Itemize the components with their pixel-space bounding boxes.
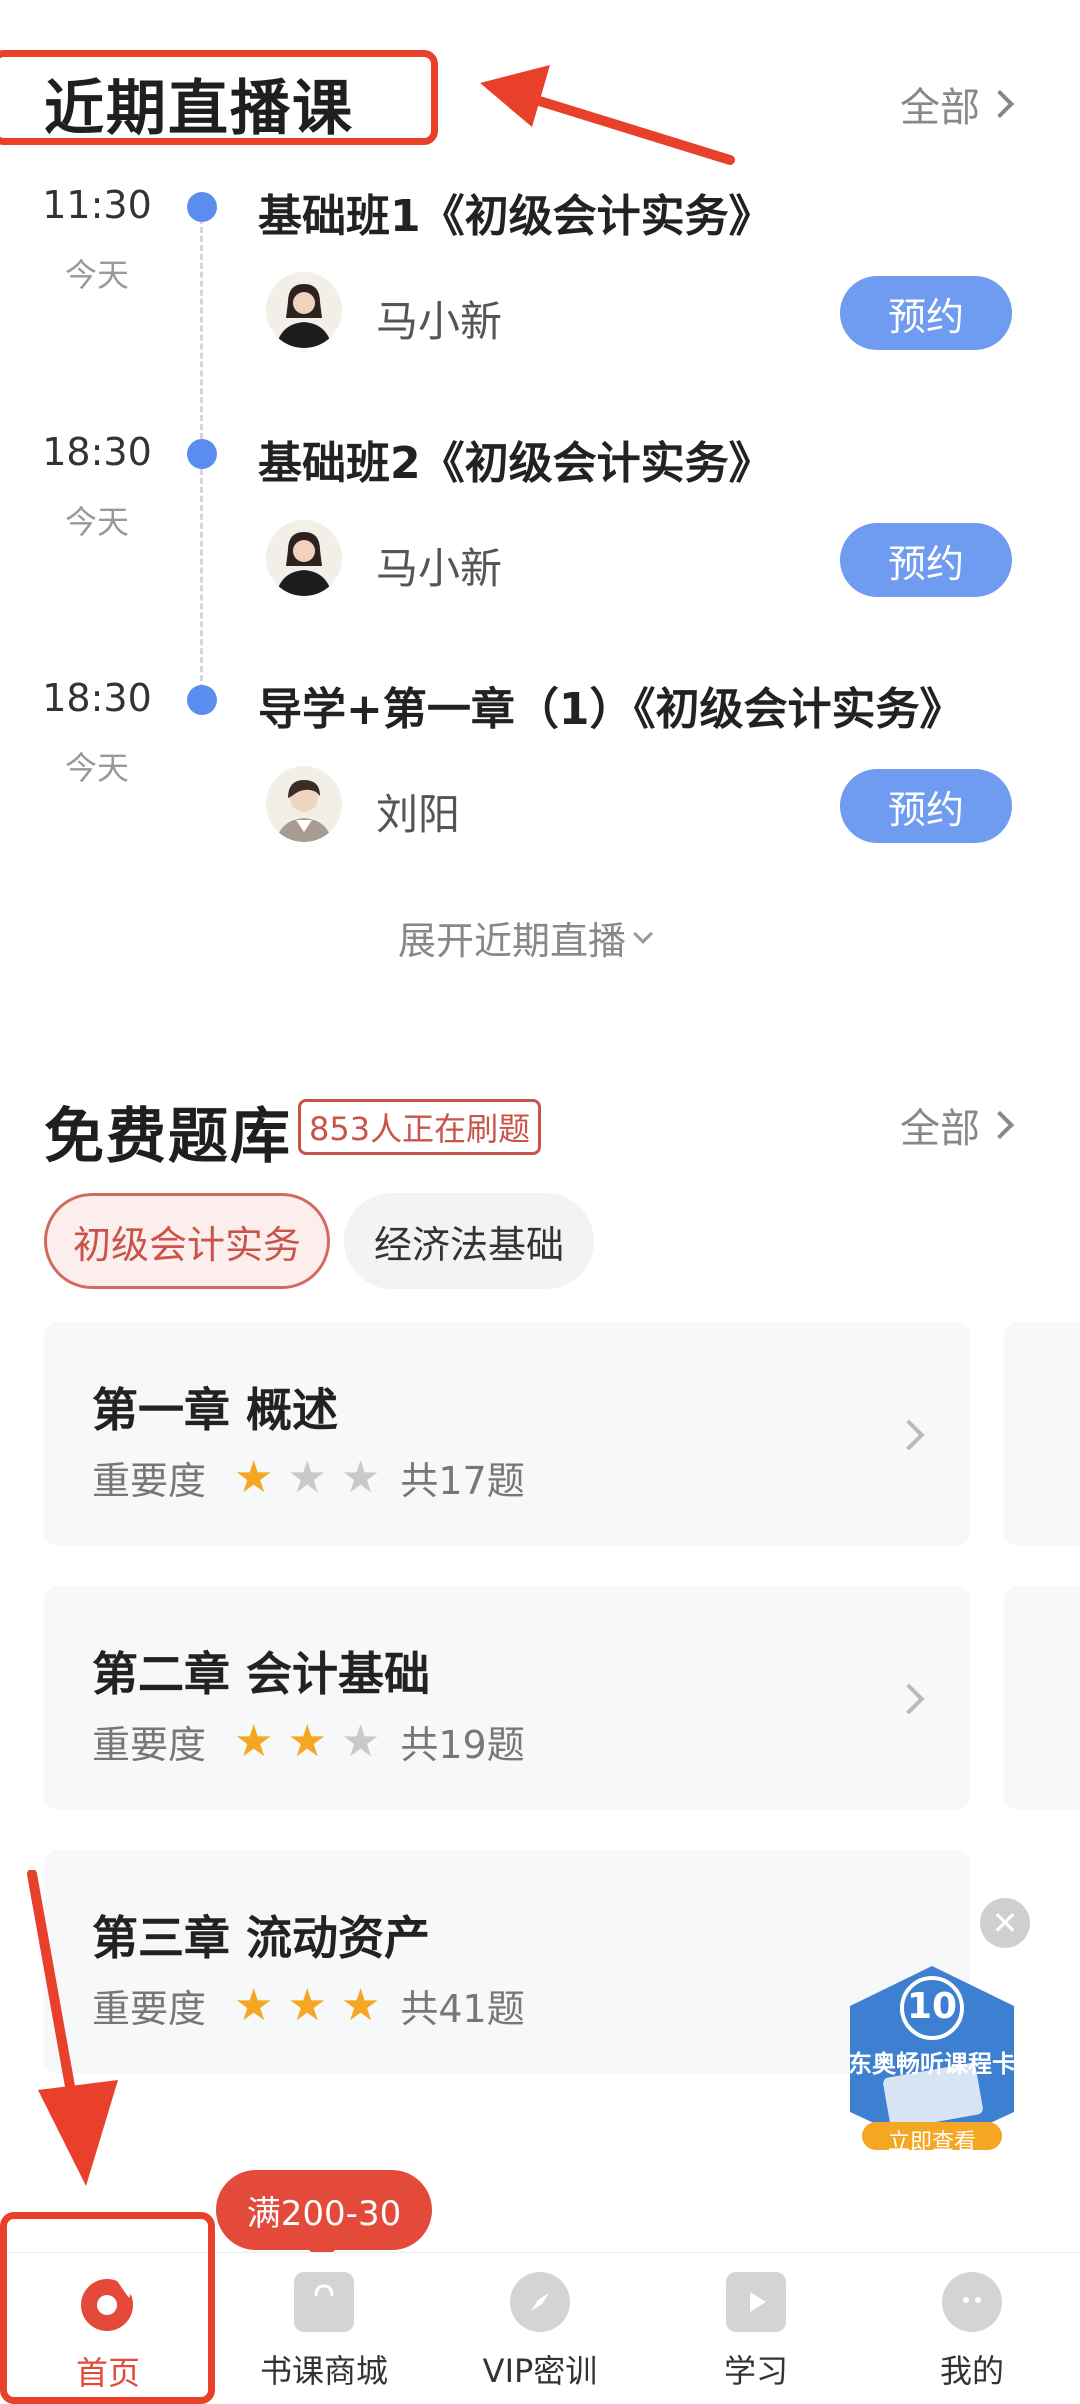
chevron-right-icon [985, 89, 1015, 119]
live-course-title[interactable]: 基础班1《初级会计实务》 [258, 180, 773, 244]
tab-home[interactable]: 首页 [18, 2272, 198, 2394]
chapter-meta: 重要度 ★ ★ ★ 共19题 [92, 1714, 525, 1769]
chapter-title: 第三章 流动资产 [92, 1911, 431, 1965]
profile-icon [942, 2272, 1002, 2332]
course-card-ad[interactable]: 10 东奥畅听课程卡 立即查看 [842, 1962, 1022, 2155]
live-all-link[interactable]: 全部 [900, 75, 1015, 133]
ad-number: 10 [906, 1986, 958, 2027]
live-time: 11:30 [42, 183, 152, 227]
importance-stars: ★ ★ ★ [234, 1451, 381, 1503]
play-icon [726, 2272, 786, 2332]
chapter-title: 第二章 会计基础 [92, 1647, 431, 1701]
teacher-name: 刘阳 [376, 790, 461, 839]
reserve-button[interactable]: 预约 [840, 769, 1012, 843]
teacher-avatar [266, 766, 342, 842]
tab-vip-label: VIP密训 [482, 2352, 598, 2390]
close-ad-button[interactable]: ✕ [980, 1898, 1030, 1948]
teacher-name: 马小新 [376, 297, 503, 346]
star-icon: ★ [287, 1715, 327, 1767]
live-course-title[interactable]: 基础班2《初级会计实务》 [258, 427, 773, 491]
timeline-dot [187, 192, 217, 222]
bank-all-label: 全部 [900, 1106, 980, 1152]
star-icon: ★ [234, 1451, 274, 1503]
tab-home-label: 首页 [75, 2354, 140, 2392]
tab-learning-label: 学习 [723, 2352, 788, 2390]
importance-stars: ★ ★ ★ [234, 1715, 381, 1767]
live-section-title: 近期直播课 [44, 74, 354, 144]
star-icon: ★ [287, 1979, 327, 2031]
annotation-arrow-home [20, 1869, 120, 2190]
tab-profile-label: 我的 [939, 2352, 1004, 2390]
teacher-avatar [266, 272, 342, 348]
star-icon: ★ [340, 1451, 381, 1503]
promo-bubble[interactable]: 满200-30 [216, 2170, 432, 2250]
active-users-badge: 853人正在刷题 [298, 1099, 542, 1155]
reserve-button[interactable]: 预约 [840, 523, 1012, 597]
chapter-meta: 重要度 ★ ★ ★ 共41题 [92, 1978, 525, 2033]
chapter-meta: 重要度 ★ ★ ★ 共17题 [92, 1450, 525, 1505]
star-icon: ★ [234, 1715, 274, 1767]
chapter-card-next [1004, 1586, 1080, 1810]
tab-vip[interactable]: VIP密训 [450, 2272, 630, 2392]
live-day: 今天 [64, 256, 129, 294]
compass-icon [510, 2272, 570, 2332]
tab-accounting-practice[interactable]: 初级会计实务 [44, 1193, 330, 1289]
timeline-dot [187, 685, 217, 715]
live-time: 18:30 [42, 676, 152, 720]
live-time: 18:30 [42, 430, 152, 474]
bank-all-link[interactable]: 全部 [900, 1096, 1015, 1154]
chapter-card-next [1004, 1322, 1080, 1546]
tab-shop[interactable]: 书课商城 [234, 2272, 414, 2392]
live-day: 今天 [64, 503, 129, 541]
question-count: 共17题 [400, 1459, 525, 1503]
expand-live-label: 展开近期直播 [398, 919, 627, 963]
ad-title: 东奥畅听课程卡 [848, 2050, 1016, 2078]
importance-label: 重要度 [92, 1459, 207, 1503]
live-day: 今天 [64, 749, 129, 787]
star-icon: ★ [234, 1979, 274, 2031]
live-all-label: 全部 [900, 85, 980, 131]
question-count: 共41题 [400, 1987, 525, 2031]
chevron-right-icon [985, 1110, 1015, 1140]
tab-learning[interactable]: 学习 [666, 2272, 846, 2392]
importance-label: 重要度 [92, 1723, 207, 1767]
home-icon [77, 2272, 139, 2334]
question-count: 共19题 [400, 1723, 525, 1767]
star-icon: ★ [340, 1715, 381, 1767]
timeline-dot [187, 439, 217, 469]
shopping-bag-icon [294, 2272, 354, 2332]
teacher-avatar [266, 520, 342, 596]
teacher-name: 马小新 [376, 544, 503, 593]
importance-stars: ★ ★ ★ [234, 1979, 381, 2031]
star-icon: ★ [287, 1451, 327, 1503]
reserve-button[interactable]: 预约 [840, 276, 1012, 350]
tab-profile[interactable]: 我的 [882, 2272, 1062, 2392]
annotation-arrow-title [480, 55, 740, 175]
ad-button: 立即查看 [887, 2130, 976, 2155]
live-course-title[interactable]: 导学+第一章（1）《初级会计实务》 [258, 673, 963, 737]
chapter-title: 第一章 概述 [92, 1383, 339, 1437]
bank-section-title: 免费题库 [44, 1102, 292, 1172]
tab-shop-label: 书课商城 [259, 2352, 388, 2390]
tab-economic-law[interactable]: 经济法基础 [344, 1193, 594, 1289]
star-icon: ★ [340, 1979, 381, 2031]
expand-live-link[interactable]: 展开近期直播 [398, 910, 653, 965]
chevron-down-icon [633, 923, 653, 944]
